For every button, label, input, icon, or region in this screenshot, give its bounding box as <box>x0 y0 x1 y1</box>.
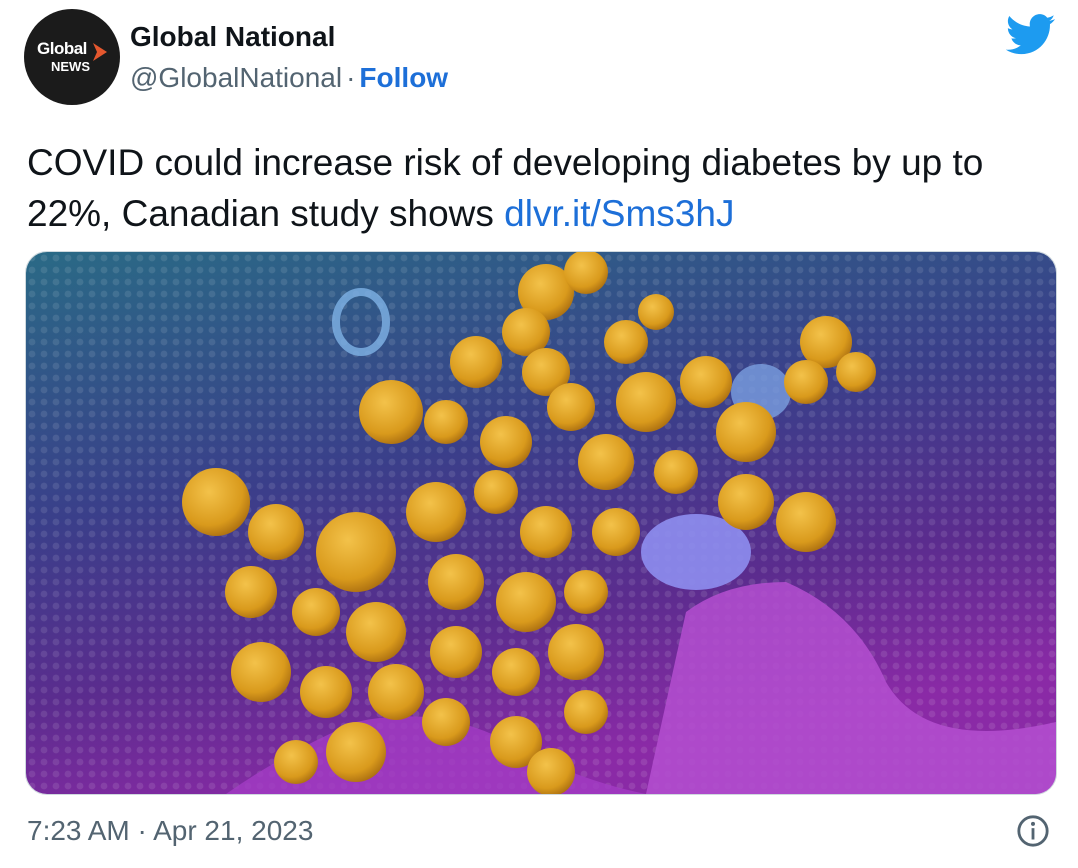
global-news-logo-icon: Global NEWS <box>37 35 107 79</box>
timestamp[interactable]: 7:23 AM · Apr 21, 2023 <box>27 815 313 847</box>
tweet-text: COVID could increase risk of developing … <box>27 137 1057 239</box>
logo-word: Global <box>37 39 87 58</box>
handle-row: @GlobalNational · Follow <box>130 62 448 94</box>
separator: · <box>346 62 356 93</box>
display-name[interactable]: Global National <box>130 21 335 53</box>
twitter-bird-icon[interactable] <box>1006 14 1056 56</box>
virus-micrograph-image[interactable] <box>25 251 1057 795</box>
logo-sub: NEWS <box>51 59 90 74</box>
info-icon[interactable] <box>1016 814 1050 848</box>
handle[interactable]: @GlobalNational <box>130 62 342 93</box>
avatar[interactable]: Global NEWS <box>24 9 120 105</box>
tweet-link[interactable]: dlvr.it/Sms3hJ <box>504 193 734 234</box>
logo-arrow-icon <box>93 43 107 61</box>
follow-button[interactable]: Follow <box>359 62 448 93</box>
